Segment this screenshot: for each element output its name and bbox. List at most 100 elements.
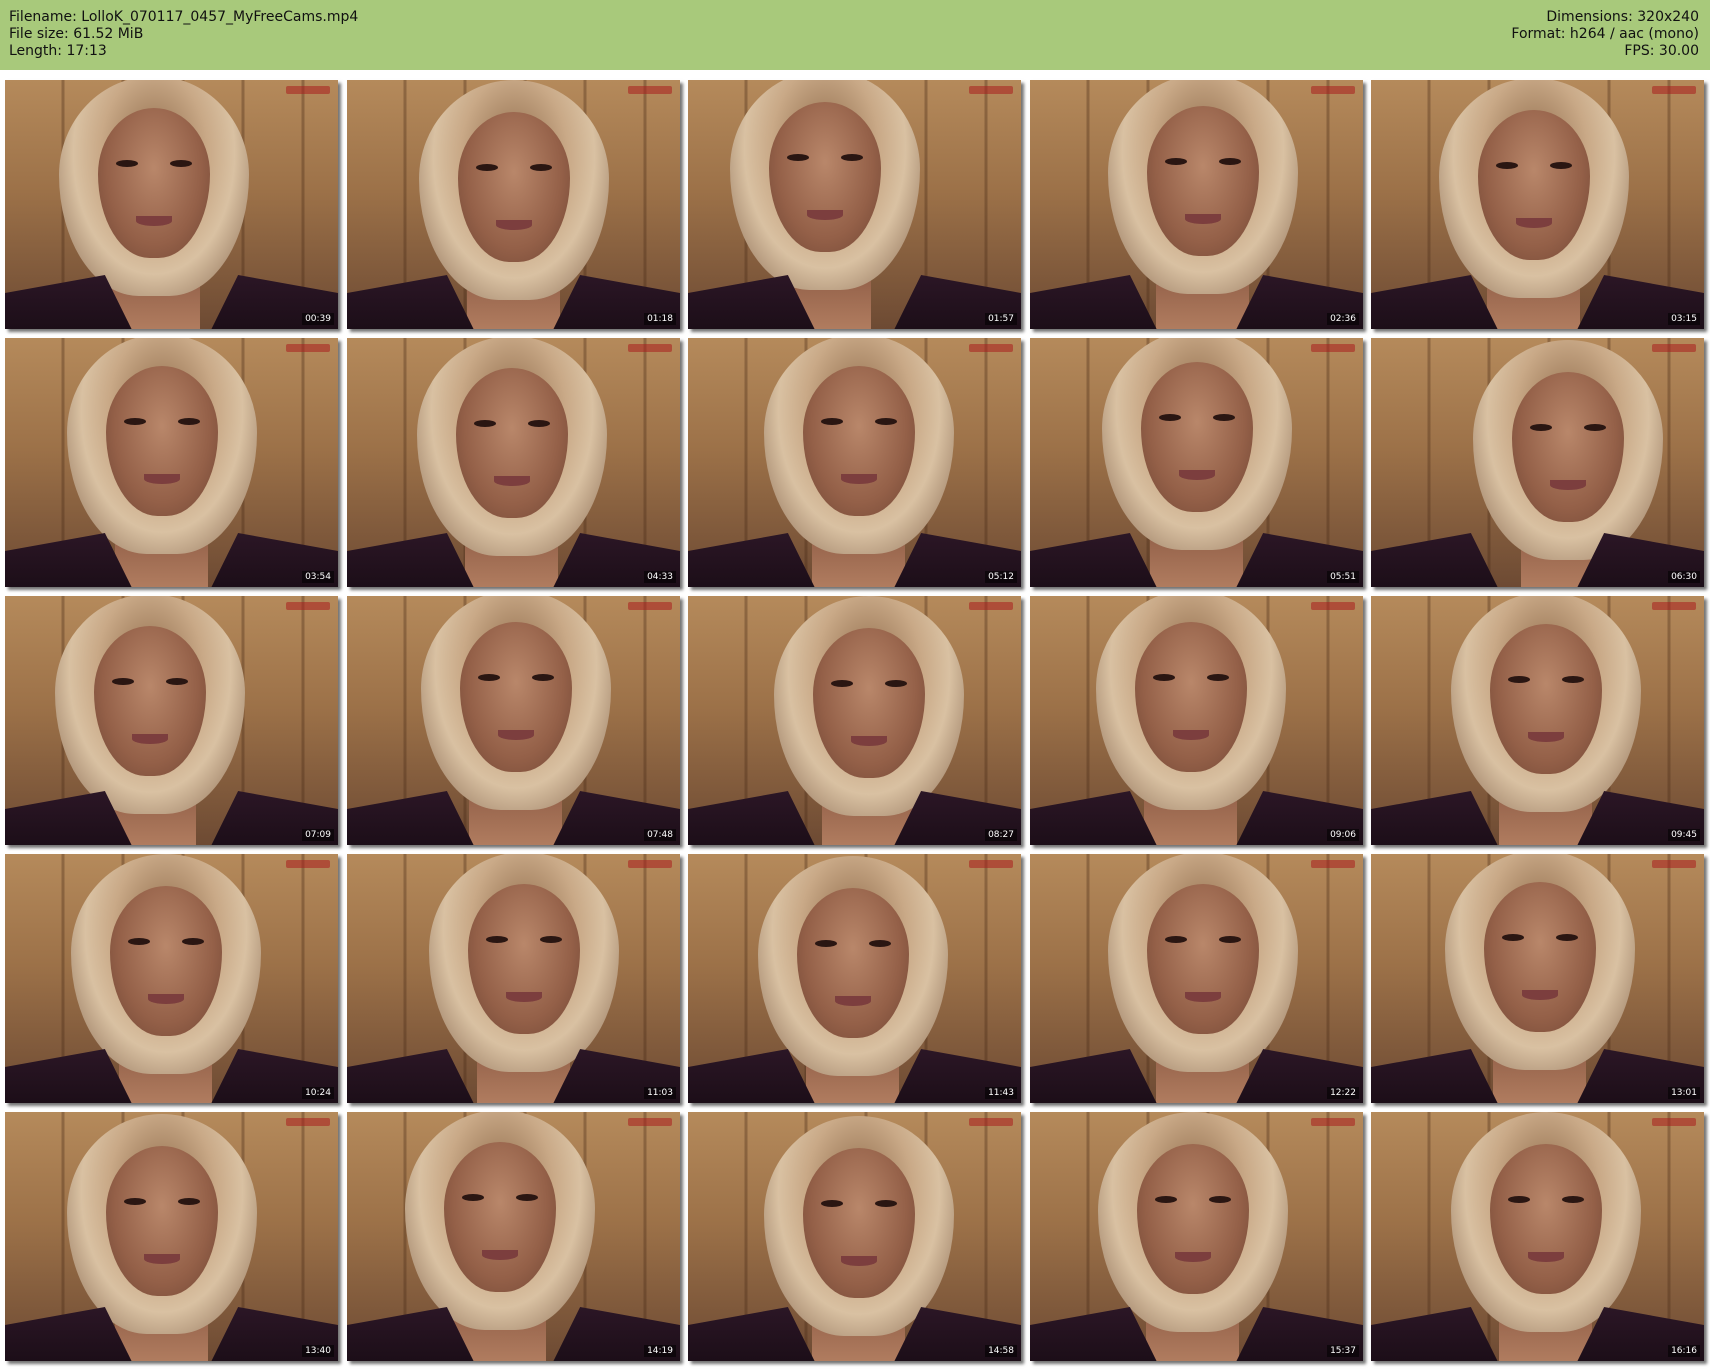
- video-thumbnail: 04:33: [347, 338, 680, 587]
- thumbnail-image-part: [786, 154, 809, 161]
- video-thumbnail: 13:40: [5, 1112, 338, 1361]
- watermark: [1652, 1118, 1696, 1126]
- thumbnail-timestamp: 10:24: [302, 1087, 334, 1099]
- thumbnail-timestamp: 14:19: [644, 1345, 676, 1357]
- video-thumbnail: 03:54: [5, 338, 338, 587]
- thumbnail-timestamp: 02:36: [1327, 313, 1359, 325]
- thumbnail-image-part: [481, 1250, 518, 1260]
- thumbnail-image-part: [820, 1200, 843, 1207]
- filename-text: Filename: LolloK_070117_0457_MyFreeCams.…: [9, 9, 359, 25]
- watermark: [286, 602, 330, 610]
- thumbnail-image-part: [1140, 362, 1253, 512]
- thumbnail-image-part: [1483, 882, 1596, 1032]
- thumbnail-image-part: [473, 420, 496, 427]
- thumbnail-image-part: [874, 418, 897, 425]
- watermark: [1652, 602, 1696, 610]
- watermark: [969, 344, 1013, 352]
- thumbnail-image-part: [814, 940, 837, 947]
- fps-text: FPS: 30.00: [1624, 43, 1699, 59]
- thumbnail-image-part: [874, 1200, 897, 1207]
- thumbnail-image-part: [1549, 480, 1586, 490]
- watermark: [286, 860, 330, 868]
- thumbnail-timestamp: 14:58: [985, 1345, 1017, 1357]
- thumbnail-image-part: [840, 474, 877, 484]
- file-size-text: File size: 61.52 MiB: [9, 26, 144, 42]
- thumbnail-image-part: [177, 418, 200, 425]
- thumbnail-image-part: [467, 884, 580, 1034]
- thumbnail-image-part: [1218, 936, 1241, 943]
- watermark: [628, 86, 672, 94]
- thumbnail-image-part: [495, 220, 532, 230]
- thumbnail-timestamp: 09:06: [1327, 829, 1359, 841]
- thumbnail-timestamp: 03:15: [1668, 313, 1700, 325]
- thumbnail-image-part: [135, 216, 172, 226]
- thumbnail-image-part: [475, 164, 498, 171]
- thumbnail-image-part: [539, 936, 562, 943]
- thumbnail-image-part: [1501, 934, 1524, 941]
- thumbnail-image-part: [105, 1146, 218, 1296]
- thumbnail-image-part: [1206, 674, 1229, 681]
- watermark: [1311, 602, 1355, 610]
- video-thumbnail: 02:36: [1030, 80, 1363, 329]
- thumbnail-image-part: [457, 112, 570, 262]
- thumbnail-image-part: [109, 886, 222, 1036]
- video-thumbnail: 11:43: [688, 854, 1021, 1103]
- thumbnail-image-part: [497, 730, 534, 740]
- thumbnail-image-part: [1178, 470, 1215, 480]
- thumbnail-image-part: [1477, 110, 1590, 260]
- thumbnail-image-part: [1511, 372, 1624, 522]
- thumbnail-image-part: [1172, 730, 1209, 740]
- file-info: Filename: LolloK_070117_0457_MyFreeCams.…: [9, 9, 358, 60]
- video-thumbnail: 01:57: [688, 80, 1021, 329]
- thumbnail-image-part: [97, 108, 210, 258]
- video-thumbnail: 09:45: [1371, 596, 1704, 845]
- thumbnail-image-part: [123, 418, 146, 425]
- thumbnail-image-part: [1583, 424, 1606, 431]
- thumbnail-timestamp: 05:51: [1327, 571, 1359, 583]
- thumbnail-image-part: [812, 628, 925, 778]
- thumbnail-image-part: [802, 1148, 915, 1298]
- thumbnail-image-part: [1527, 732, 1564, 742]
- thumbnail-image-part: [143, 474, 180, 484]
- thumbnail-image-part: [459, 622, 572, 772]
- thumbnail-image-part: [1218, 158, 1241, 165]
- thumbnail-image-part: [1489, 1144, 1602, 1294]
- thumbnail-timestamp: 11:03: [644, 1087, 676, 1099]
- thumbnail-image-part: [768, 102, 881, 252]
- watermark: [1652, 86, 1696, 94]
- thumbnail-image-part: [505, 992, 542, 1002]
- thumbnail-image-part: [461, 1194, 484, 1201]
- thumbnail-timestamp: 00:39: [302, 313, 334, 325]
- video-thumbnail: 15:37: [1030, 1112, 1363, 1361]
- thumbnail-timestamp: 03:54: [302, 571, 334, 583]
- video-thumbnail: 07:48: [347, 596, 680, 845]
- thumbnail-image-part: [1507, 676, 1530, 683]
- thumbnail-image-part: [93, 626, 206, 776]
- thumbnail-image-part: [1561, 1196, 1584, 1203]
- thumbnail-image-part: [840, 154, 863, 161]
- thumbnail-image-part: [477, 674, 500, 681]
- thumbnail-image-part: [1521, 990, 1558, 1000]
- thumbnail-timestamp: 15:37: [1327, 1345, 1359, 1357]
- thumbnail-image-part: [127, 938, 150, 945]
- thumbnail-image-part: [834, 996, 871, 1006]
- thumbnail-image-part: [115, 160, 138, 167]
- watermark: [1652, 344, 1696, 352]
- media-info: Dimensions: 320x240 Format: h264 / aac (…: [1511, 9, 1699, 60]
- thumbnail-timestamp: 12:22: [1327, 1087, 1359, 1099]
- watermark: [286, 344, 330, 352]
- thumbnail-image-part: [443, 1142, 556, 1292]
- thumbnail-image-part: [165, 678, 188, 685]
- thumbnail-image-part: [1529, 424, 1552, 431]
- thumbnail-timestamp: 01:57: [985, 313, 1017, 325]
- thumbnail-timestamp: 07:09: [302, 829, 334, 841]
- watermark: [286, 1118, 330, 1126]
- watermark: [1311, 1118, 1355, 1126]
- length-text: Length: 17:13: [9, 43, 107, 59]
- watermark: [1652, 860, 1696, 868]
- thumbnail-image-part: [840, 1256, 877, 1266]
- thumbnail-image-part: [147, 994, 184, 1004]
- watermark: [1311, 344, 1355, 352]
- thumbnail-image-part: [515, 1194, 538, 1201]
- video-thumbnail: 03:15: [1371, 80, 1704, 329]
